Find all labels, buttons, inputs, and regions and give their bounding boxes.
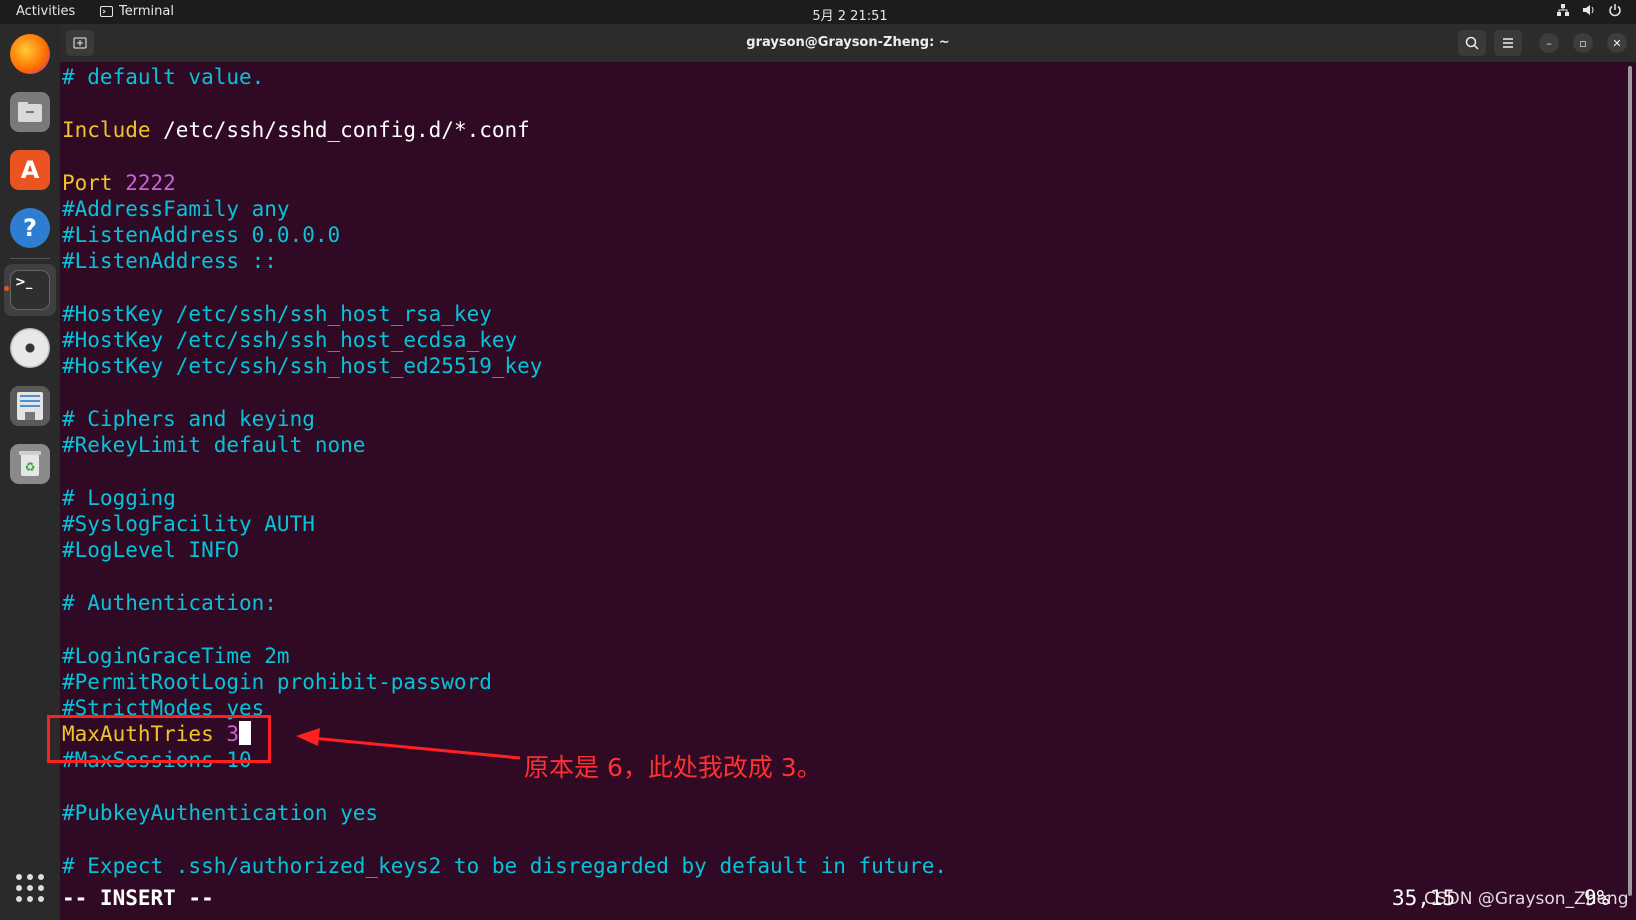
annotation-note: 原本是 6，此处我改成 3。 xyxy=(524,753,822,782)
